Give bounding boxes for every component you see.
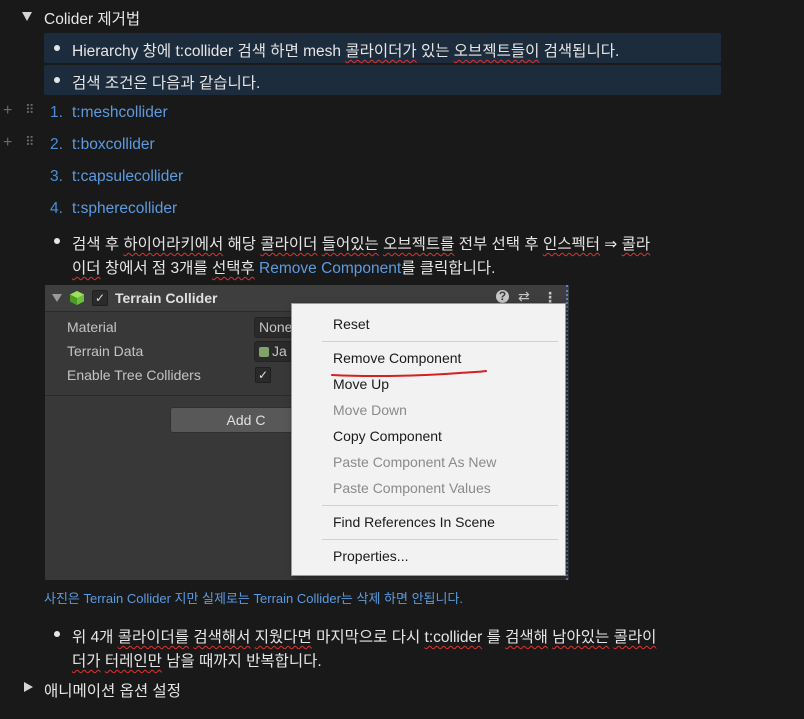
expand-toggle-icon[interactable] <box>24 682 33 692</box>
component-enabled-checkbox: ✓ <box>92 290 108 306</box>
enable-tree-colliders-checkbox: ✓ <box>255 367 271 383</box>
property-label: Terrain Data <box>67 343 144 359</box>
menu-item-paste-as-new: Paste Component As New <box>333 454 497 470</box>
list-number: 4. <box>50 200 63 217</box>
embedded-screenshot: ✓ Terrain Collider ? ⇄ ⋮ Material None T… <box>45 285 569 580</box>
list-number: 2. <box>50 136 63 153</box>
drag-handle-icon[interactable]: ⠿ <box>25 134 34 150</box>
help-icon: ? <box>496 290 509 303</box>
inline-code-link: Remove Component <box>259 260 402 277</box>
section-title: 애니메이션 옵션 설정 <box>44 683 181 700</box>
image-caption[interactable]: 사진은 Terrain Collider 지만 실제로는 Terrain Col… <box>44 588 463 607</box>
bullet-text-line[interactable]: 이더 창에서 점 3개를 선택후 Remove Component를 클릭합니다… <box>72 256 495 278</box>
list-item-text[interactable]: t:capsulecollider <box>72 168 183 186</box>
foldout-arrow-icon <box>52 294 62 302</box>
terrain-asset-icon <box>259 347 269 357</box>
list-item-text[interactable]: t:boxcollider <box>72 136 155 154</box>
menu-item-move-down: Move Down <box>333 402 407 418</box>
menu-separator <box>322 539 558 540</box>
bullet-icon <box>54 238 60 244</box>
menu-item-reset: Reset <box>333 316 370 332</box>
bullet-text[interactable]: 검색 조건은 다음과 같습니다. <box>72 71 260 93</box>
bullet-icon <box>54 45 60 51</box>
property-label: Material <box>67 319 117 335</box>
collapse-toggle-icon[interactable] <box>22 12 32 21</box>
collider-component-icon <box>70 291 84 305</box>
list-item-text[interactable]: t:meshcollider <box>72 104 168 122</box>
component-title: Terrain Collider <box>115 290 218 306</box>
list-number: 1. <box>50 104 63 121</box>
section-title: Colider 제거법 <box>44 11 141 28</box>
bullet-text-line[interactable]: 검색 후 하이어라키에서 해당 콜라이더 들어있는 오브젝트를 전부 선택 후 … <box>72 232 650 254</box>
menu-separator <box>322 505 558 506</box>
list-number: 3. <box>50 168 63 185</box>
context-menu: Reset Remove Component Move Up Move Down… <box>291 303 566 576</box>
menu-separator <box>322 341 558 342</box>
bullet-icon <box>54 77 60 83</box>
menu-item-properties: Properties... <box>333 548 409 564</box>
bullet-text-line[interactable]: 더가 터레인만 남을 때까지 반복합니다. <box>72 649 322 671</box>
add-block-icon[interactable]: + <box>3 102 12 120</box>
list-item-text[interactable]: t:spherecollider <box>72 200 177 218</box>
menu-item-find-references: Find References In Scene <box>333 514 495 530</box>
bullet-text-line[interactable]: 위 4개 콜라이더를 검색해서 지웠다면 마지막으로 다시 t:collider… <box>72 625 656 647</box>
bullet-icon <box>54 631 60 637</box>
property-label: Enable Tree Colliders <box>67 367 201 383</box>
drag-handle-icon[interactable]: ⠿ <box>25 102 34 118</box>
menu-item-paste-values: Paste Component Values <box>333 480 491 496</box>
menu-item-move-up: Move Up <box>333 376 390 392</box>
bullet-text[interactable]: Hierarchy 창에 t:collider 검색 하면 mesh 콜라이더가… <box>72 39 619 61</box>
add-block-icon[interactable]: + <box>3 134 12 152</box>
menu-item-copy-component: Copy Component <box>333 428 442 444</box>
menu-item-remove-component: Remove Component <box>333 350 462 366</box>
